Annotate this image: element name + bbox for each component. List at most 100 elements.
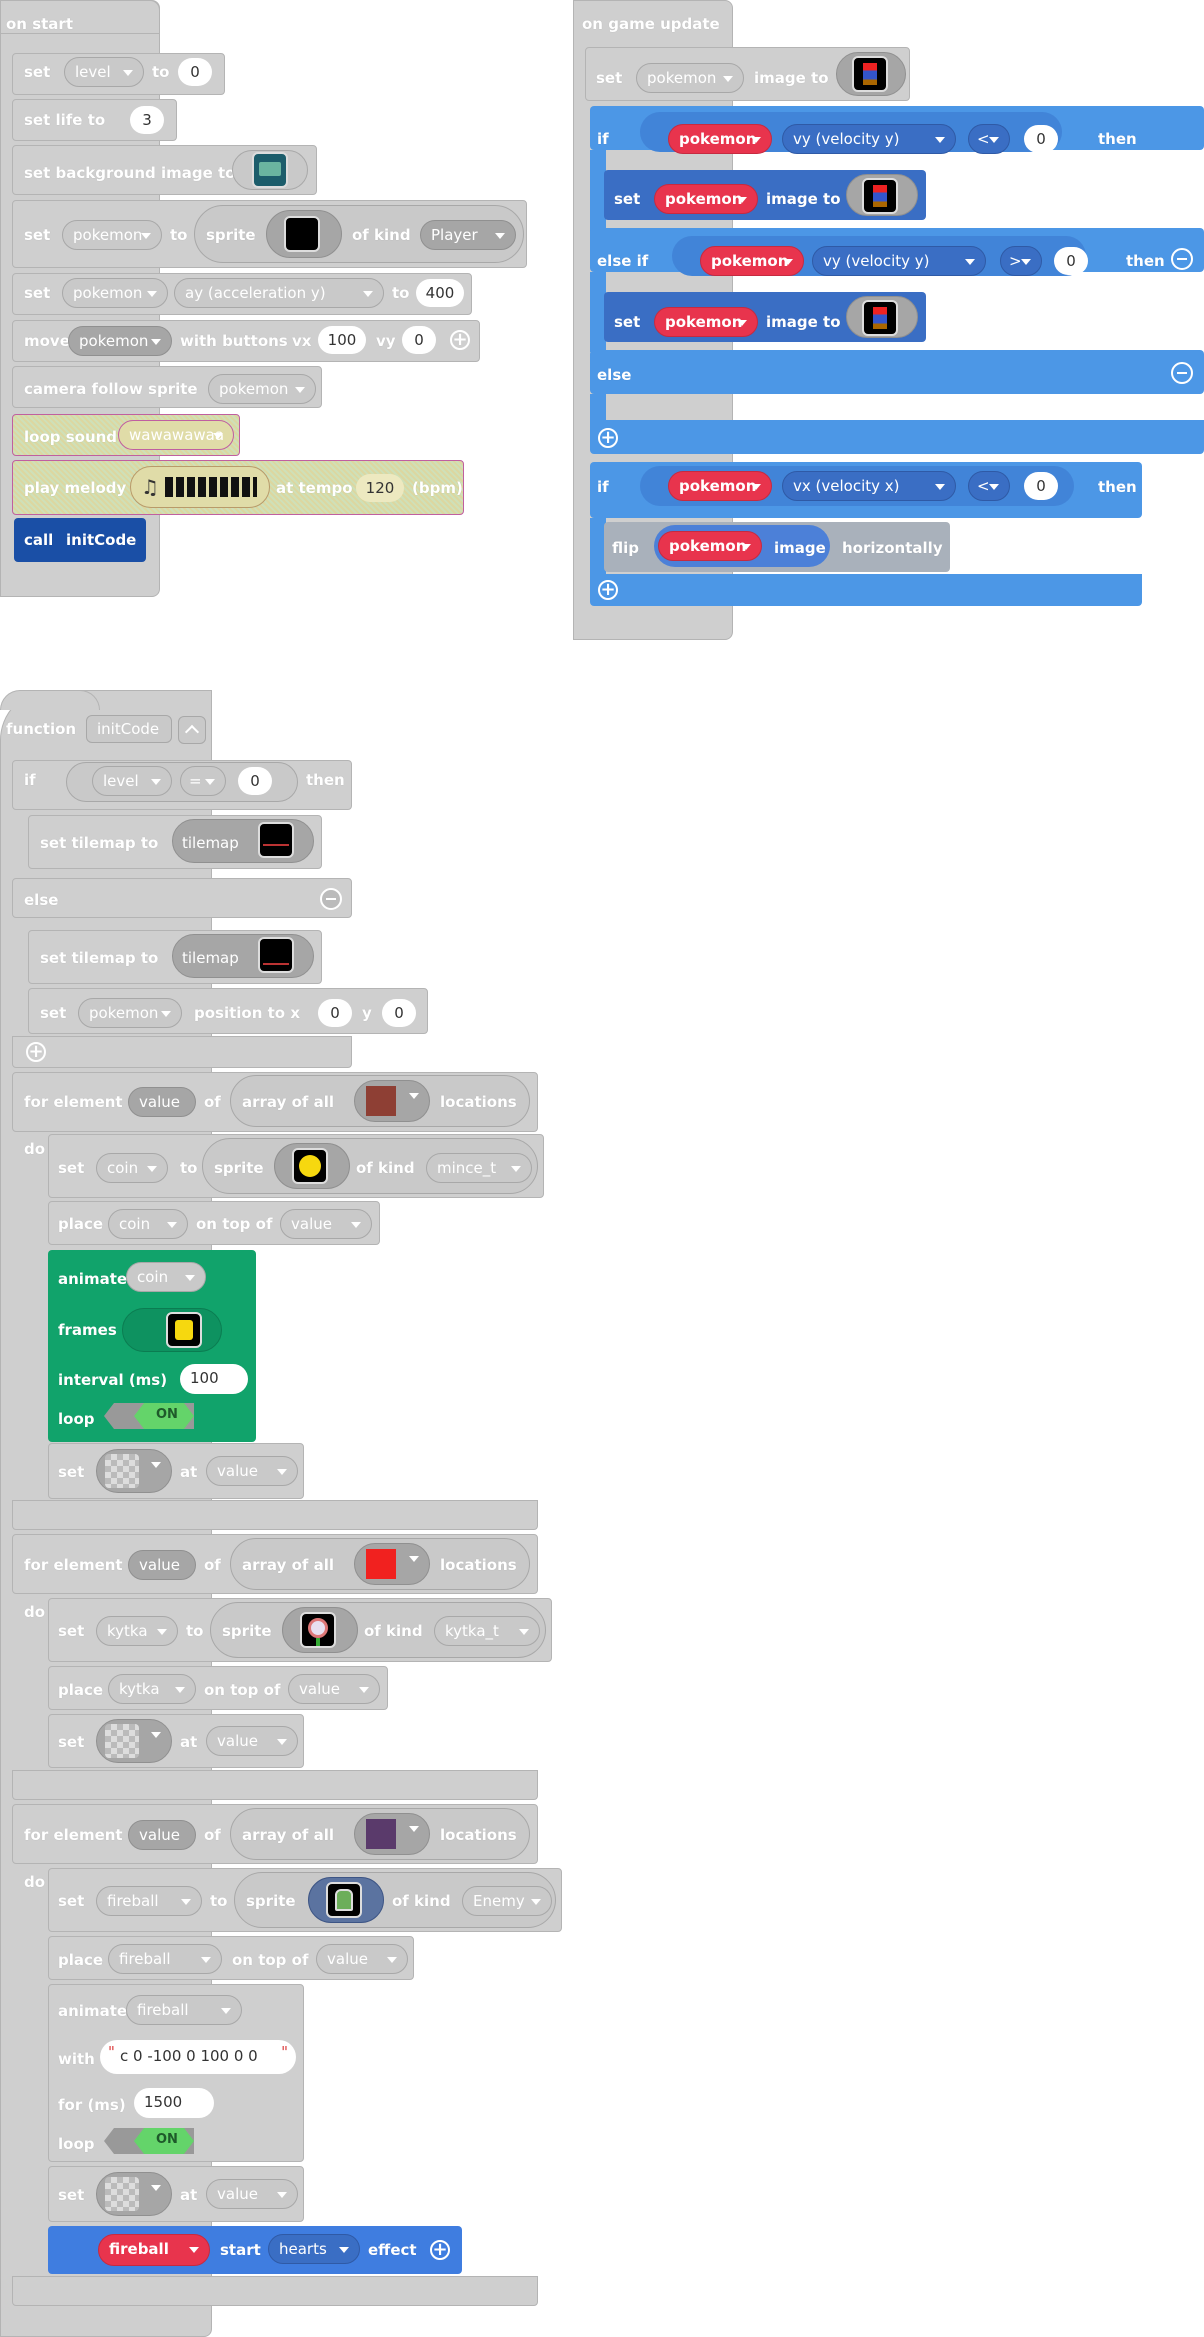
add-else-if-icon[interactable]: + <box>598 428 618 448</box>
fireball-dropdown[interactable]: fireball <box>98 2234 210 2266</box>
remove-else-icon[interactable] <box>1171 362 1193 384</box>
effect-label: effect <box>368 2241 417 2259</box>
kytka-dropdown[interactable]: kytka <box>108 1674 196 1704</box>
operator-dropdown[interactable]: < <box>968 124 1010 154</box>
tempo-value[interactable]: 120 <box>356 474 404 502</box>
x-value[interactable]: 0 <box>318 999 352 1027</box>
interval-dropdown[interactable]: 100 <box>180 1364 248 1394</box>
tilemap-thumb[interactable] <box>258 822 294 858</box>
value-dropdown[interactable]: value <box>206 2179 298 2209</box>
value-variable[interactable]: value <box>128 1550 196 1580</box>
fireball-dropdown[interactable]: fireball <box>96 1886 202 1916</box>
tilemap-thumb[interactable] <box>258 937 294 973</box>
zero-value[interactable]: 0 <box>238 767 272 795</box>
function-name[interactable]: initCode <box>86 715 172 743</box>
y-value[interactable]: 0 <box>382 999 416 1027</box>
background-image-thumb[interactable] <box>252 152 288 188</box>
value-dropdown[interactable]: value <box>316 1944 408 1974</box>
transparent-tile-dropdown[interactable] <box>96 2172 172 2216</box>
vx-value[interactable]: 100 <box>318 326 366 354</box>
start-label: start <box>220 2241 261 2259</box>
add-else-if-icon[interactable]: + <box>26 1042 46 1062</box>
add-else-icon[interactable]: + <box>598 580 618 600</box>
pokemon-dropdown[interactable]: pokemon <box>208 374 316 404</box>
life-value[interactable]: 3 <box>130 106 164 134</box>
ay-property-dropdown[interactable]: ay (acceleration y) <box>174 278 384 308</box>
collapse-icon[interactable] <box>178 716 206 744</box>
fireball-dropdown[interactable]: fireball <box>126 1995 242 2025</box>
remove-else-if-icon[interactable] <box>1171 248 1193 270</box>
pokemon-dropdown[interactable]: pokemon <box>78 998 182 1028</box>
sprite-label: sprite <box>206 226 256 244</box>
vy-value[interactable]: 0 <box>402 326 436 354</box>
melody-editor[interactable]: ♫ <box>130 466 270 508</box>
of-label: of <box>204 1093 221 1111</box>
kind-dropdown[interactable]: Player <box>420 220 516 250</box>
ay-value[interactable]: 400 <box>416 279 464 307</box>
pokemon-dropdown[interactable]: pokemon <box>654 307 758 337</box>
effect-dropdown[interactable]: hearts <box>268 2234 360 2264</box>
value-dropdown[interactable]: value <box>206 1726 298 1756</box>
coin-sprite-thumb[interactable] <box>292 1148 328 1184</box>
coin-frame-thumb[interactable] <box>166 1312 202 1348</box>
value-variable[interactable]: value <box>128 1820 196 1850</box>
coin-dropdown[interactable]: coin <box>108 1209 188 1239</box>
vy-property-dropdown[interactable]: vy (velocity y) <box>782 124 956 154</box>
pokemon-dropdown[interactable]: pokemon <box>658 531 762 561</box>
mario-image-thumb[interactable] <box>852 56 888 92</box>
mario-image-thumb[interactable] <box>862 178 898 214</box>
else-block[interactable] <box>590 350 1204 394</box>
operator-dropdown[interactable]: > <box>1000 246 1042 276</box>
add-icon[interactable]: + <box>430 2240 450 2260</box>
vy-label: vy <box>376 332 396 350</box>
pokemon-dropdown[interactable]: pokemon <box>700 246 804 276</box>
remove-else-icon[interactable] <box>320 888 342 910</box>
kind-dropdown[interactable]: mince_t <box>426 1153 532 1183</box>
level-dropdown[interactable]: level <box>64 57 144 87</box>
zero-value[interactable]: 0 <box>1024 125 1058 153</box>
coin-dropdown[interactable]: coin <box>126 1262 206 1292</box>
loop-toggle[interactable]: ON <box>104 1403 194 1429</box>
transparent-tile-dropdown[interactable] <box>96 1719 172 1763</box>
zero-value[interactable]: 0 <box>1024 472 1058 500</box>
pokemon-dropdown[interactable]: pokemon <box>668 471 772 501</box>
add-icon[interactable]: + <box>450 330 470 350</box>
mario-image-thumb[interactable] <box>862 300 898 336</box>
pokemon-dropdown[interactable]: pokemon <box>654 184 758 214</box>
pokemon-dropdown[interactable]: pokemon <box>636 63 744 93</box>
value-variable[interactable]: value <box>128 1087 196 1117</box>
of-kind-label: of kind <box>364 1622 423 1640</box>
else-label: else <box>24 891 59 909</box>
coin-dropdown[interactable]: coin <box>96 1153 168 1183</box>
set-label: set <box>40 1004 67 1022</box>
kytka-sprite-thumb[interactable] <box>300 1612 336 1648</box>
path-input[interactable]: " c 0 -100 0 100 0 0 " <box>100 2040 296 2074</box>
zero-value[interactable]: 0 <box>1054 247 1088 275</box>
level-dropdown[interactable]: level <box>92 766 172 796</box>
sound-dropdown[interactable]: wawawawaa <box>118 420 234 450</box>
tilemap-label: tilemap <box>182 949 239 967</box>
value-dropdown[interactable]: value <box>288 1674 380 1704</box>
level-value[interactable]: 0 <box>178 58 212 86</box>
pokemon-dropdown[interactable]: pokemon <box>68 326 172 356</box>
animate-label: animate <box>58 1270 128 1288</box>
kind-dropdown[interactable]: Enemy <box>462 1886 552 1916</box>
pokemon-dropdown[interactable]: pokemon <box>62 278 168 308</box>
vy-property-dropdown[interactable]: vy (velocity y) <box>812 246 986 276</box>
fireball-dropdown[interactable]: fireball <box>108 1944 222 1974</box>
pokemon-dropdown[interactable]: pokemon <box>62 220 162 250</box>
kytka-dropdown[interactable]: kytka <box>96 1616 178 1646</box>
fireball-sprite-thumb[interactable] <box>326 1882 362 1918</box>
interval-label: interval (ms) <box>58 1371 168 1389</box>
operator-dropdown[interactable]: < <box>968 471 1010 501</box>
pokemon-sprite-thumb[interactable] <box>284 216 320 252</box>
value-dropdown[interactable]: value <box>206 1456 298 1486</box>
loop-toggle[interactable]: ON <box>104 2128 194 2154</box>
for-ms-dropdown[interactable]: 1500 <box>134 2088 214 2118</box>
vx-property-dropdown[interactable]: vx (velocity x) <box>782 471 956 501</box>
value-dropdown[interactable]: value <box>280 1209 372 1239</box>
kind-dropdown[interactable]: kytka_t <box>434 1616 540 1646</box>
pokemon-dropdown[interactable]: pokemon <box>668 124 772 154</box>
transparent-tile-dropdown[interactable] <box>96 1449 172 1493</box>
operator-dropdown[interactable]: = <box>180 766 226 796</box>
